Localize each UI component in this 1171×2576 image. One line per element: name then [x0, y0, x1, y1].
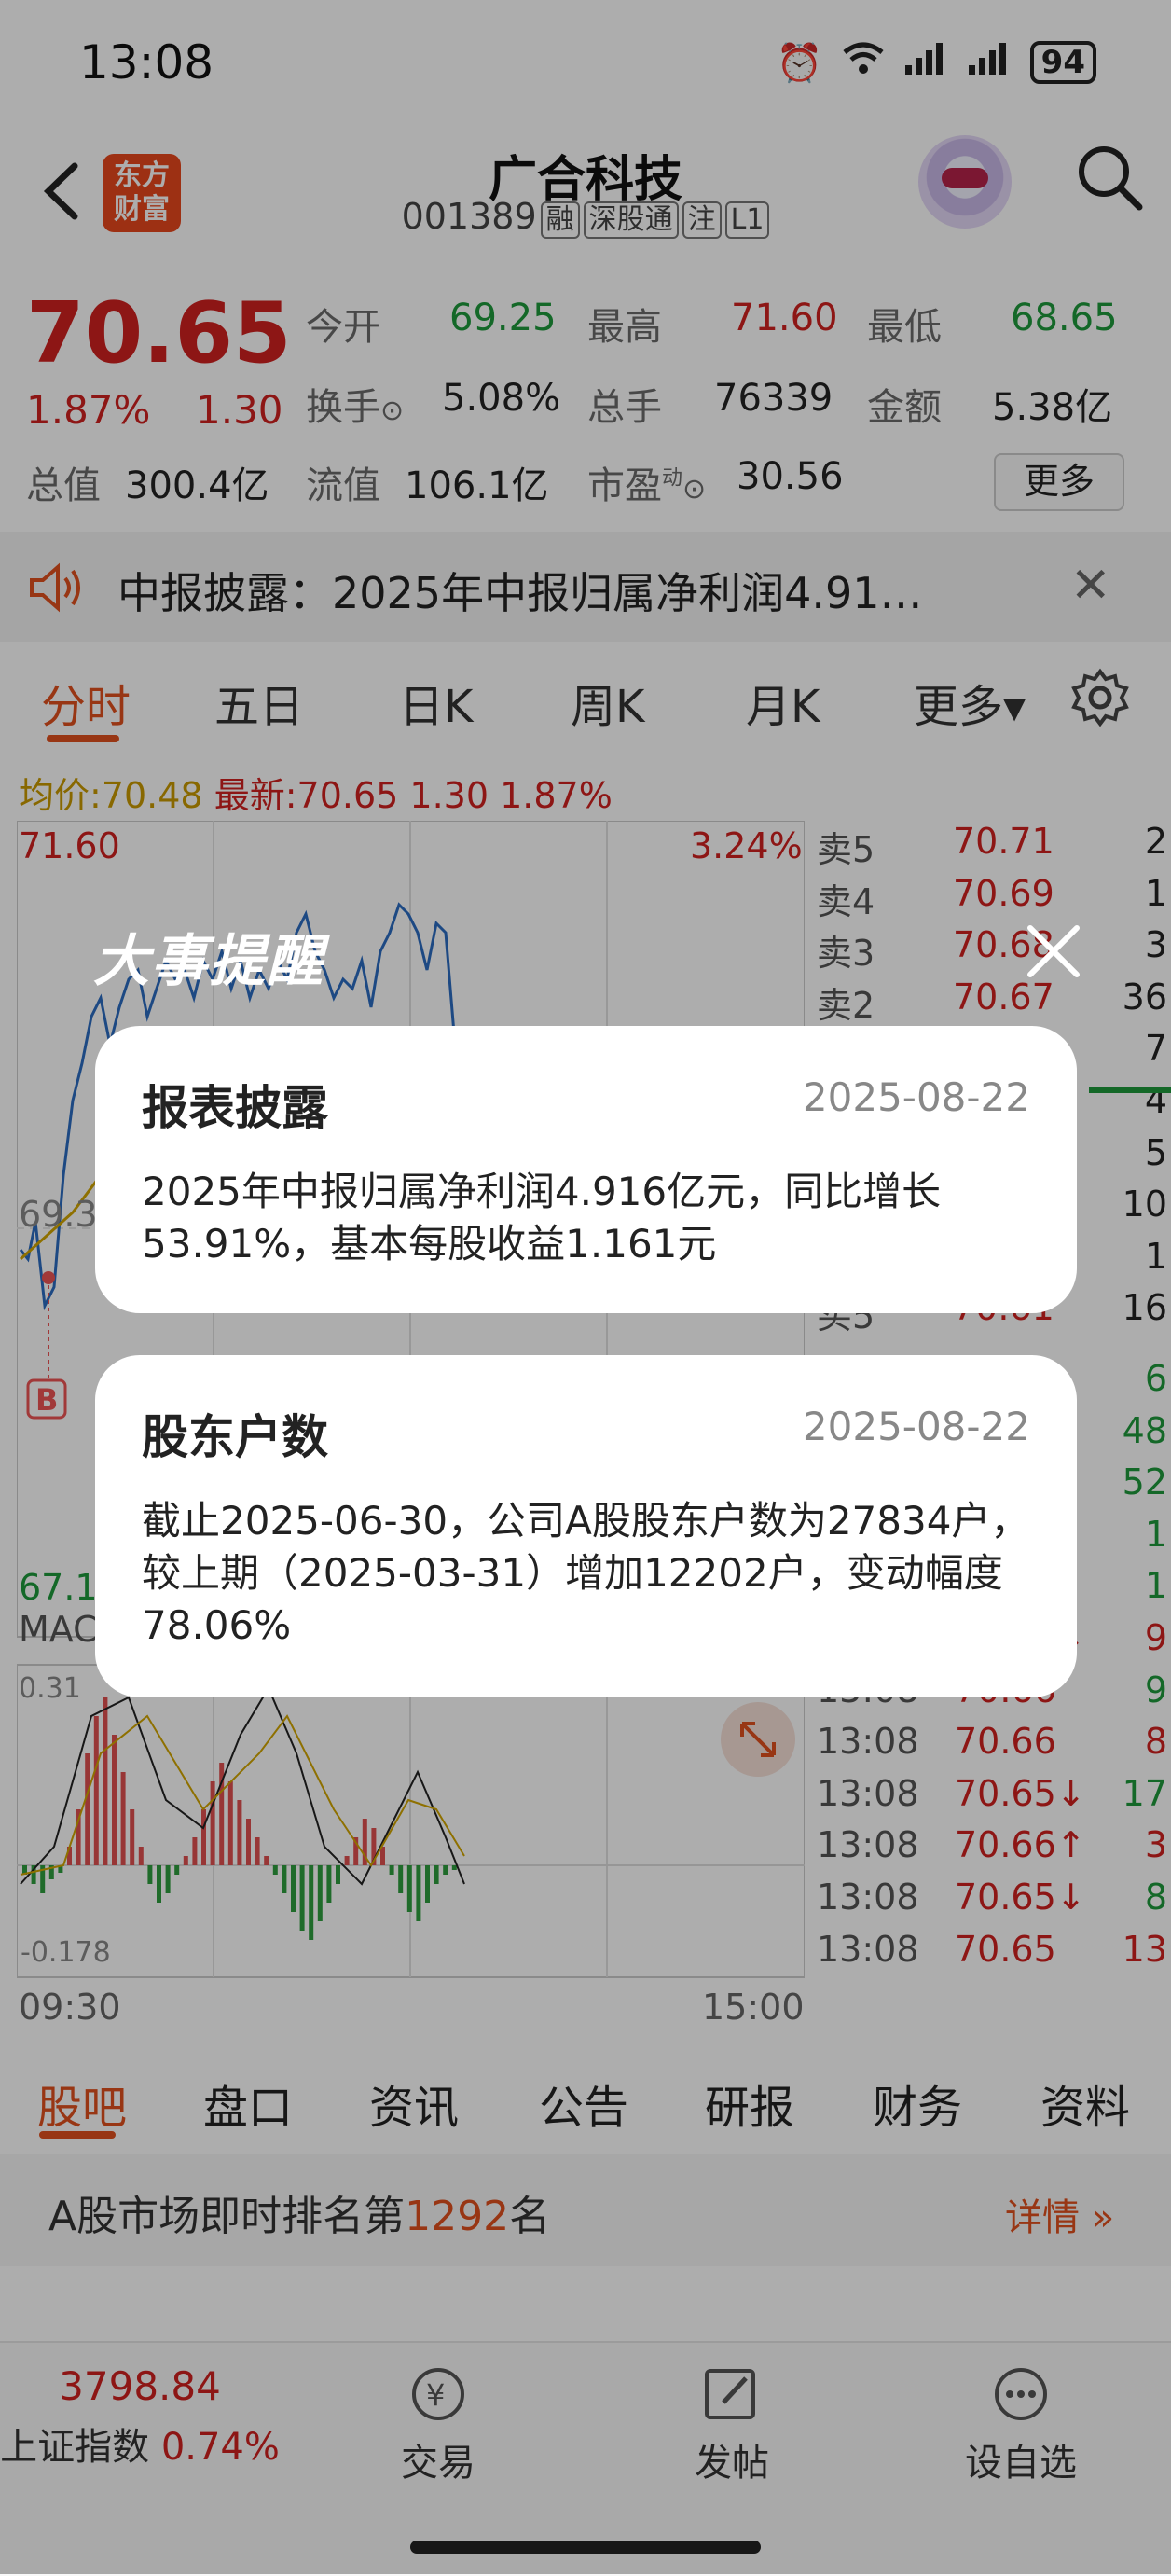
close-icon[interactable]: [1021, 919, 1086, 984]
event-card-holders[interactable]: 股东户数 2025-08-22 截止2025-06-30，公司A股股东户数为27…: [95, 1355, 1077, 1697]
modal-title: 大事提醒: [93, 929, 324, 994]
card-date: 2025-08-22: [802, 1404, 1030, 1449]
card-body: 截止2025-06-30，公司A股股东户数为27834户，较上期（2025-03…: [142, 1498, 1030, 1648]
event-card-report[interactable]: 报表披露 2025-08-22 2025年中报归属净利润4.916亿元，同比增长…: [95, 1026, 1077, 1313]
card-body: 2025年中报归属净利润4.916亿元，同比增长53.91%，基本每股收益1.1…: [142, 1169, 942, 1267]
card-title: 股东户数: [142, 1410, 328, 1464]
card-title: 报表披露: [142, 1081, 328, 1135]
card-date: 2025-08-22: [802, 1074, 1030, 1120]
